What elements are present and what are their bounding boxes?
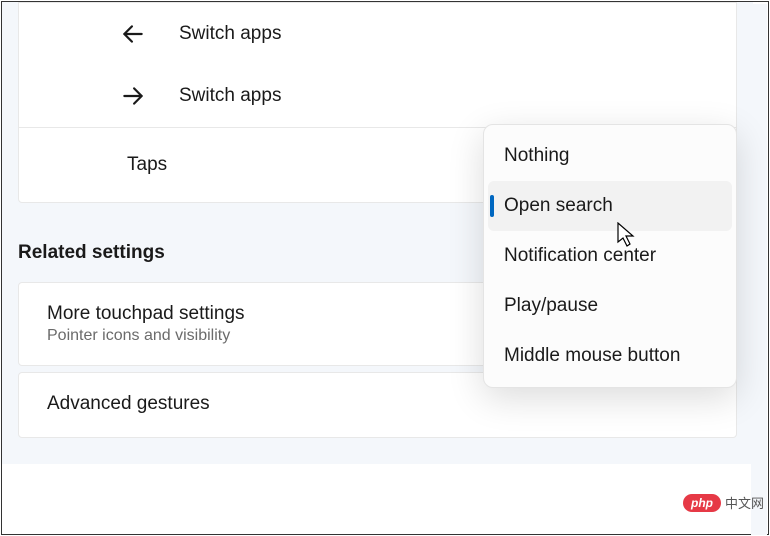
dropdown-item-open-search[interactable]: Open search <box>488 181 732 231</box>
dropdown-item-notification-center[interactable]: Notification center <box>484 231 736 281</box>
gesture-back-row[interactable]: Switch apps <box>19 3 736 65</box>
watermark: php 中文网 <box>683 493 764 512</box>
arrow-left-icon <box>119 20 147 48</box>
arrow-right-icon <box>119 82 147 110</box>
dropdown-item-middle-mouse[interactable]: Middle mouse button <box>484 331 736 381</box>
dropdown-item-nothing[interactable]: Nothing <box>484 131 736 181</box>
php-badge: php <box>683 494 721 512</box>
advanced-gestures-title: Advanced gestures <box>47 393 708 415</box>
dropdown-item-play-pause[interactable]: Play/pause <box>484 281 736 331</box>
gesture-forward-row[interactable]: Switch apps <box>19 65 736 127</box>
taps-dropdown: Nothing Open search Notification center … <box>483 124 737 388</box>
watermark-text: 中文网 <box>725 493 764 512</box>
taps-label: Taps <box>109 154 167 175</box>
